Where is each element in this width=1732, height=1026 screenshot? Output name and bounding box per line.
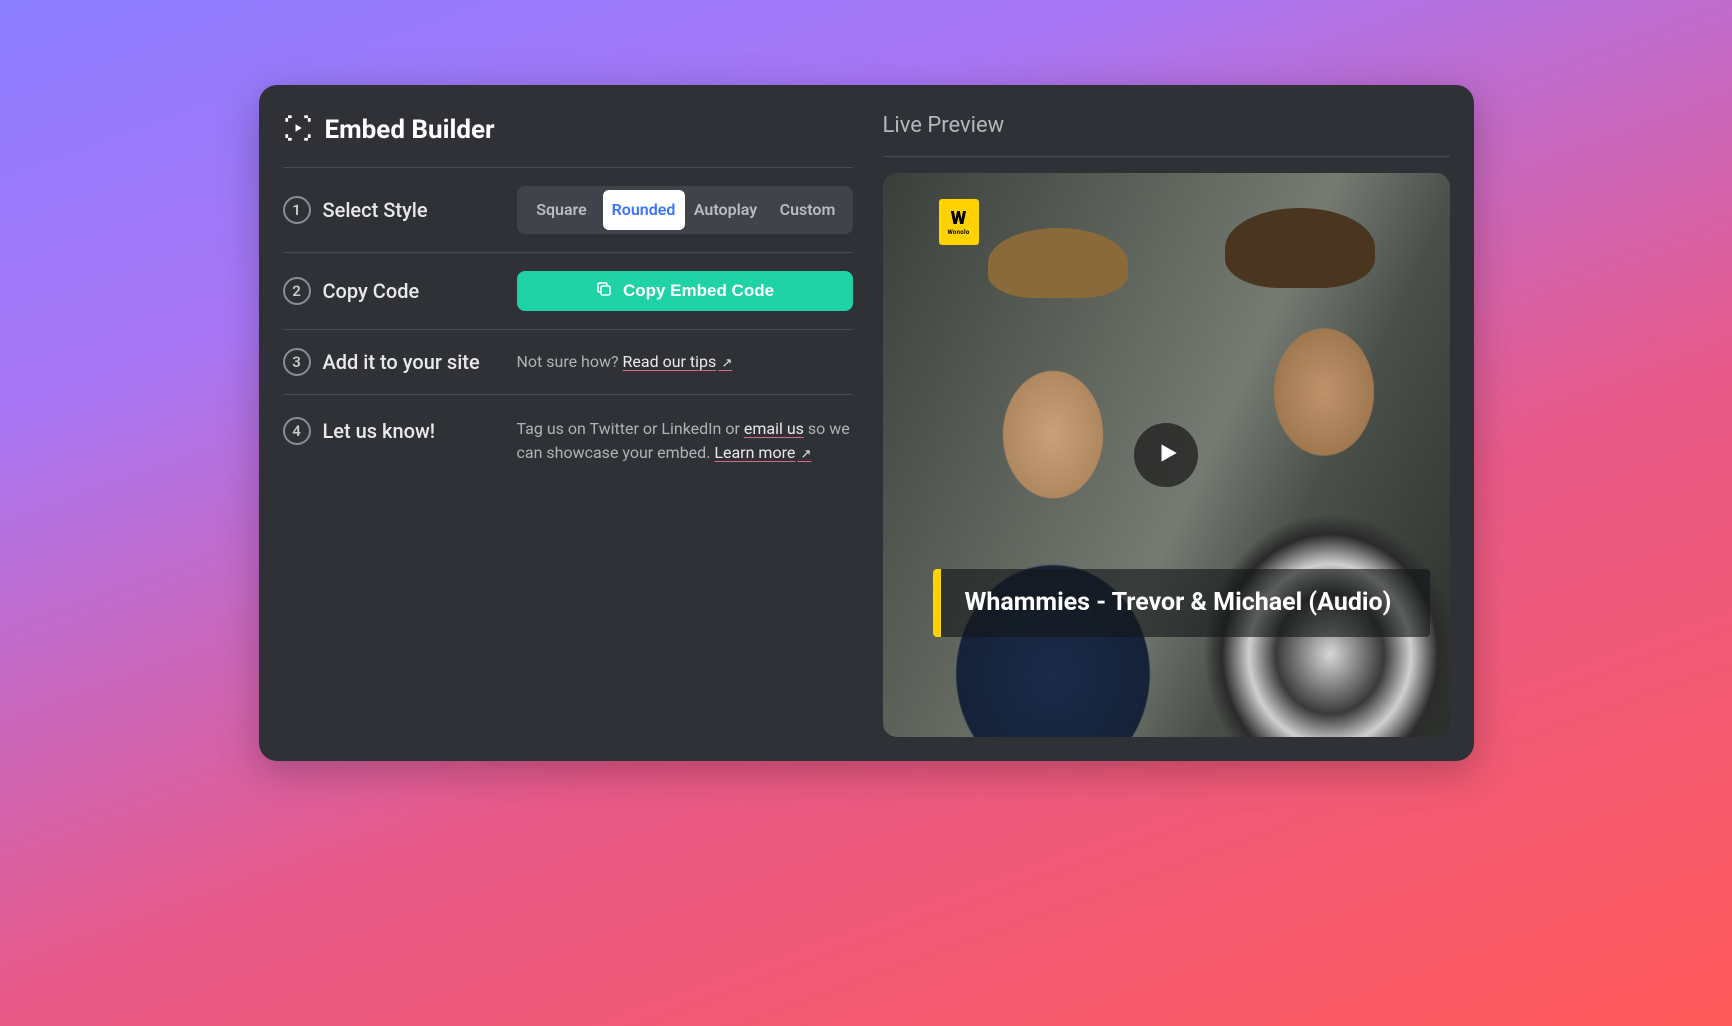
step-3-content: Not sure how? Read our tips ↗ [517, 350, 853, 374]
email-us-link[interactable]: email us [744, 419, 804, 438]
step-3-row: 3 Add it to your site Not sure how? Read… [283, 330, 853, 395]
step-number-badge: 2 [283, 277, 311, 305]
learn-more-link[interactable]: Learn more ↗ [714, 443, 811, 462]
step-title: Copy Code [323, 279, 420, 303]
live-preview-heading: Live Preview [883, 113, 1450, 157]
step-3-prefix: Not sure how? [517, 352, 623, 371]
external-link-icon: ↗ [797, 447, 811, 462]
person-left-illustration [923, 317, 1183, 737]
copy-icon [595, 280, 613, 303]
step-1-label: 1 Select Style [283, 196, 501, 224]
step-4-prefix: Tag us on Twitter or LinkedIn or [517, 419, 744, 438]
brand-letter: W [951, 208, 967, 229]
step-3-label: 3 Add it to your site [283, 348, 501, 376]
person-right-hair [1225, 208, 1375, 288]
step-4-row: 4 Let us know! Tag us on Twitter or Link… [283, 395, 853, 483]
copy-button-label: Copy Embed Code [623, 281, 774, 301]
play-icon [1151, 440, 1181, 470]
style-tab-autoplay[interactable]: Autoplay [685, 190, 767, 230]
live-preview-column: Live Preview W Wonolo Whammies - Trevor … [883, 113, 1450, 737]
video-title-overlay: Whammies - Trevor & Michael (Audio) [933, 569, 1430, 638]
builder-header: Embed Builder [283, 113, 853, 168]
step-title: Add it to your site [323, 350, 480, 374]
step-title: Let us know! [323, 419, 436, 443]
style-tab-rounded[interactable]: Rounded [603, 190, 685, 230]
embed-builder-panel: Embed Builder 1 Select Style Square Roun… [259, 85, 1474, 761]
step-number-badge: 4 [283, 417, 311, 445]
step-number-badge: 3 [283, 348, 311, 376]
video-preview: W Wonolo Whammies - Trevor & Michael (Au… [883, 173, 1450, 737]
step-2-label: 2 Copy Code [283, 277, 501, 305]
embed-builder-icon [283, 113, 313, 147]
step-1-row: 1 Select Style Square Rounded Autoplay C… [283, 168, 853, 253]
style-segmented-control: Square Rounded Autoplay Custom [517, 186, 853, 234]
read-tips-link[interactable]: Read our tips ↗ [623, 352, 733, 371]
step-number-badge: 1 [283, 196, 311, 224]
step-2-row: 2 Copy Code Copy Embed Code [283, 253, 853, 330]
style-tab-custom[interactable]: Custom [767, 190, 849, 230]
step-4-label: 4 Let us know! [283, 417, 501, 445]
builder-title: Embed Builder [325, 115, 495, 145]
person-right-illustration [1180, 277, 1450, 737]
brand-name: Wonolo [947, 229, 969, 236]
step-title: Select Style [323, 198, 428, 222]
external-link-icon: ↗ [718, 356, 732, 371]
builder-steps-column: Embed Builder 1 Select Style Square Roun… [283, 113, 853, 737]
step-4-content: Tag us on Twitter or LinkedIn or email u… [517, 417, 853, 465]
style-tab-square[interactable]: Square [521, 190, 603, 230]
copy-embed-code-button[interactable]: Copy Embed Code [517, 271, 853, 311]
play-button[interactable] [1134, 423, 1198, 487]
brand-badge: W Wonolo [939, 199, 979, 245]
person-left-hair [988, 228, 1128, 298]
